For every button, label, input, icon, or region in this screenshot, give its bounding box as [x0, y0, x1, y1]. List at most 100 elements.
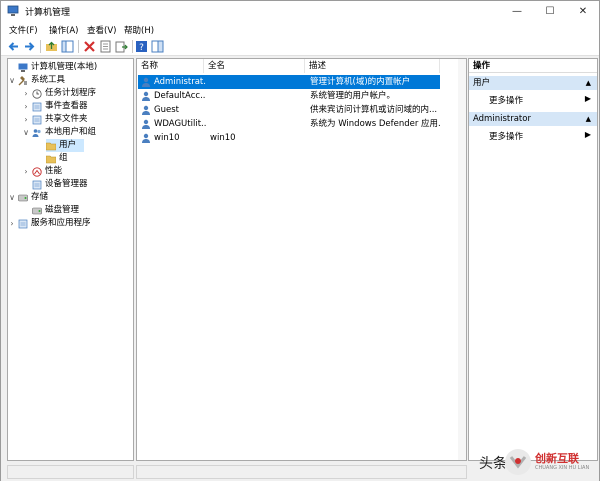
cell-name: DefaultAcc... — [154, 91, 206, 101]
user-list-pane: 名称 全名 描述 Administrat... 管理计算机(域)的内置帐户 Defa… — [136, 58, 467, 461]
table-row[interactable]: Administrat... 管理计算机(域)的内置帐户 — [138, 75, 440, 89]
cell-name: win10 — [154, 133, 180, 143]
actions-section-users[interactable]: 用户 ▲ — [469, 76, 597, 90]
tree-node-label: 性能 — [45, 166, 63, 176]
cell-description: 系统管理的用户帐户。 — [310, 91, 396, 101]
cell-fullname: win10 — [210, 133, 236, 143]
watermark-subtitle: CHUANG XIN HU LIAN — [535, 465, 590, 471]
user-icon — [142, 91, 150, 101]
menu-action[interactable]: 操作(A) — [49, 24, 78, 36]
table-row[interactable]: Guest 供来宾访问计算机或访问域的内... — [138, 103, 440, 117]
cell-description: 系统为 Windows Defender 应用... — [310, 119, 440, 129]
list-scrollbar[interactable] — [458, 59, 466, 460]
actions-section-label: 用户 — [473, 78, 491, 88]
cell-name: WDAGUtilit... — [154, 119, 206, 129]
clock-icon — [32, 89, 42, 99]
toolbar-separator — [40, 40, 41, 53]
tree-node-label: 存储 — [31, 192, 49, 202]
tree-node-label: 用户 — [59, 140, 77, 150]
menu-file[interactable]: 文件(F) — [9, 24, 38, 36]
window: 计算机管理 — ☐ ✕ 文件(F) 操作(A) 查看(V) 帮助(H) ? 计算… — [0, 0, 600, 481]
cell-description: 供来宾访问计算机或访问域的内... — [310, 105, 438, 115]
expand-chevron-icon[interactable]: › — [8, 217, 16, 230]
collapse-chevron-icon[interactable]: ∨ — [8, 191, 16, 204]
shared-folder-icon — [32, 115, 42, 125]
tree-node-label: 组 — [59, 153, 68, 163]
svg-text:?: ? — [139, 43, 144, 53]
expand-chevron-icon[interactable]: › — [22, 165, 30, 178]
toolbar-separator — [78, 40, 79, 53]
cell-name: Guest — [154, 105, 179, 115]
event-viewer-icon — [32, 102, 42, 112]
actions-section-administrator[interactable]: Administrator ▲ — [469, 112, 597, 126]
status-segment — [136, 465, 467, 479]
close-button[interactable]: ✕ — [567, 1, 599, 21]
expand-chevron-icon[interactable]: › — [22, 100, 30, 113]
table-row[interactable]: win10 win10 — [138, 131, 440, 145]
tree-node-label: 系统工具 — [31, 75, 66, 85]
up-folder-icon[interactable] — [45, 40, 58, 53]
action-pane-toggle-icon[interactable] — [151, 40, 164, 53]
show-hide-tree-icon[interactable] — [61, 40, 74, 53]
collapse-arrow-icon: ▲ — [585, 79, 591, 87]
tools-icon — [18, 76, 27, 86]
services-icon — [18, 219, 28, 229]
performance-icon — [32, 167, 42, 177]
submenu-arrow-icon: ▶ — [584, 94, 591, 103]
export-list-icon[interactable] — [115, 40, 128, 53]
folder-icon — [46, 155, 56, 164]
menu-bar: 文件(F) 操作(A) 查看(V) 帮助(H) — [1, 21, 599, 37]
help-icon[interactable]: ? — [135, 40, 148, 53]
expand-chevron-icon[interactable]: › — [22, 87, 30, 100]
folder-icon — [46, 142, 56, 151]
minimize-button[interactable]: — — [501, 1, 533, 21]
expand-chevron-icon[interactable]: › — [22, 113, 30, 126]
properties-icon[interactable] — [99, 40, 112, 53]
actions-section-label: Administrator — [473, 114, 531, 124]
toolbar: ? — [1, 37, 599, 56]
user-icon — [142, 77, 150, 87]
forward-arrow-icon[interactable] — [23, 40, 36, 53]
menu-help[interactable]: 帮助(H) — [124, 24, 154, 36]
collapse-arrow-icon: ▲ — [585, 115, 591, 123]
user-icon — [142, 133, 150, 143]
tree-node-label: 服务和应用程序 — [31, 218, 91, 228]
back-arrow-icon[interactable] — [7, 40, 20, 53]
table-row[interactable]: DefaultAcc... 系统管理的用户帐户。 — [138, 89, 440, 103]
console-tree: 计算机管理(本地) ∨ 系统工具 › 任务计划程序 › 事件查看器 › 共享文件夹 ∨ 本地用户和组… — [7, 58, 134, 461]
brand-logo-icon — [505, 449, 531, 475]
window-title: 计算机管理 — [25, 8, 71, 18]
title-bar: 计算机管理 — ☐ ✕ — [1, 1, 599, 21]
column-header-fullname[interactable]: 全名 — [204, 59, 305, 73]
more-actions-link[interactable]: 更多操作 — [489, 94, 523, 106]
toolbar-separator — [132, 40, 133, 53]
user-icon — [142, 105, 150, 115]
column-header-name[interactable]: 名称 — [137, 59, 204, 73]
tree-node-label: 设备管理器 — [45, 179, 88, 189]
delete-icon[interactable] — [83, 40, 96, 53]
menu-view[interactable]: 查看(V) — [87, 24, 116, 36]
more-actions-link[interactable]: 更多操作 — [489, 130, 523, 142]
tree-node-label: 本地用户和组 — [45, 127, 97, 137]
computer-management-icon — [18, 63, 28, 72]
computer-management-icon — [7, 5, 19, 16]
table-row[interactable]: WDAGUtilit... 系统为 Windows Defender 应用... — [138, 117, 440, 131]
tree-node-label: 计算机管理(本地) — [31, 62, 98, 72]
actions-title: 操作 — [469, 59, 597, 73]
tree-node-label: 任务计划程序 — [45, 88, 97, 98]
user-icon — [142, 119, 150, 129]
tree-node-label: 共享文件夹 — [45, 114, 88, 124]
tree-node-label: 事件查看器 — [45, 101, 88, 111]
watermark-brand: 创新互联 — [535, 452, 579, 465]
tree-node-label: 磁盘管理 — [45, 205, 80, 215]
cell-name: Administrat... — [154, 77, 206, 87]
storage-icon — [18, 194, 28, 202]
watermark-text: 头条 — [479, 456, 507, 472]
actions-pane: 操作 用户 ▲ 更多操作 ▶ Administrator ▲ 更多操作 ▶ — [468, 58, 598, 461]
collapse-chevron-icon[interactable]: ∨ — [22, 126, 30, 139]
disk-management-icon — [32, 207, 42, 215]
tree-node[interactable]: 用户 — [46, 139, 84, 152]
column-header-description[interactable]: 描述 — [305, 59, 440, 73]
collapse-chevron-icon[interactable]: ∨ — [8, 74, 16, 87]
maximize-button[interactable]: ☐ — [534, 1, 566, 21]
